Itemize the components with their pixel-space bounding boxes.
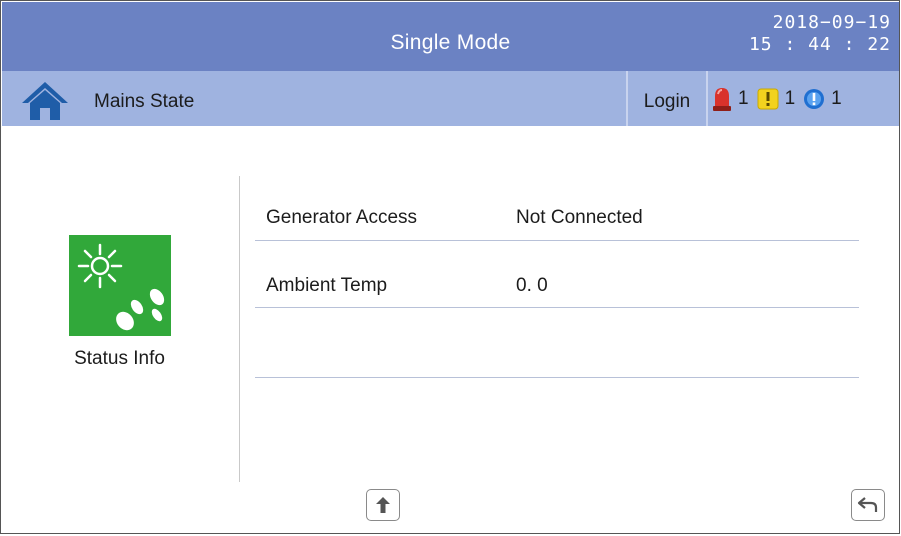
- time-text: 15 : 44 : 22: [748, 34, 891, 55]
- page-up-button[interactable]: [366, 489, 400, 521]
- warning-alarm-count: 1: [784, 88, 796, 109]
- info-icon: [804, 89, 825, 109]
- date-text: 2018−09−19: [772, 12, 891, 33]
- datetime-display: 2018−09−19 15 : 44 : 22: [749, 12, 891, 56]
- title-bar: Single Mode 2018−09−19 15 : 44 : 22: [2, 2, 899, 71]
- back-button[interactable]: [851, 489, 885, 521]
- alarm-summary: 1 1 1: [712, 83, 850, 115]
- hmi-screen: Single Mode 2018−09−19 15 : 44 : 22 Main…: [0, 0, 900, 534]
- login-button[interactable]: Login: [628, 71, 706, 126]
- warning-alarm[interactable]: 1: [757, 88, 796, 110]
- return-icon: [857, 497, 878, 512]
- main-content: Status Info Generator Access Not Connect…: [2, 126, 899, 533]
- warning-icon: [757, 88, 779, 110]
- status-sidebar: Status Info: [2, 126, 239, 533]
- ambient-temp-label: Ambient Temp: [266, 275, 388, 296]
- row-divider: [255, 377, 859, 378]
- status-bar: Mains State Login 1 1 1: [2, 71, 899, 126]
- home-icon[interactable]: [22, 81, 68, 121]
- siren-icon: [713, 88, 731, 111]
- ambient-temp-value: 0. 0: [516, 275, 548, 296]
- generator-access-value: Not Connected: [516, 207, 643, 228]
- arrow-up-icon: [376, 497, 390, 513]
- status-info-label: Status Info: [74, 348, 165, 369]
- info-alarm-count: 1: [831, 88, 842, 109]
- row-divider: [255, 307, 859, 308]
- sun-status-icon[interactable]: [69, 235, 171, 336]
- info-alarm[interactable]: 1: [803, 88, 842, 110]
- row-divider: [255, 240, 859, 241]
- page-title: Mains State: [94, 91, 195, 112]
- status-divider: [706, 71, 708, 126]
- panel-separator: [239, 176, 240, 482]
- critical-alarm-count: 1: [738, 88, 749, 109]
- generator-access-label: Generator Access: [266, 207, 418, 228]
- critical-alarm[interactable]: 1: [712, 86, 749, 112]
